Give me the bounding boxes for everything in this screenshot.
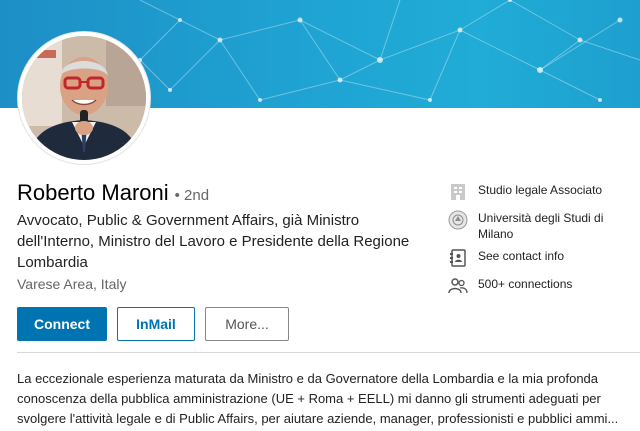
education-school[interactable]: Università degli Studi di Milano (448, 210, 638, 242)
current-company[interactable]: Studio legale Associato (448, 182, 638, 202)
university-logo-icon (448, 210, 468, 230)
more-button[interactable]: More... (205, 307, 289, 341)
section-divider (17, 352, 640, 353)
name-row: Roberto Maroni • 2nd (17, 180, 209, 206)
connect-button[interactable]: Connect (17, 307, 107, 341)
inmail-button[interactable]: InMail (117, 307, 195, 341)
person-photo (22, 36, 146, 160)
profile-photo[interactable] (18, 32, 150, 164)
building-icon (451, 184, 465, 200)
contact-label: See contact info (478, 249, 565, 263)
profile-headline: Avvocato, Public & Government Affairs, g… (17, 212, 410, 271)
connections-label: 500+ connections (478, 277, 573, 291)
school-label: Università degli Studi di Milano (478, 211, 604, 241)
profile-actions: Connect InMail More... (17, 307, 289, 341)
connections-count[interactable]: 500+ connections (448, 276, 638, 296)
people-icon (448, 278, 468, 294)
contact-card-icon (450, 249, 466, 267)
profile-location: Varese Area, Italy (17, 276, 127, 292)
contact-info-link[interactable]: See contact info (448, 248, 638, 268)
connection-degree: • 2nd (174, 187, 210, 204)
profile-summary[interactable]: La eccezionale esperienza maturata da Mi… (17, 369, 637, 429)
company-label: Studio legale Associato (478, 183, 603, 197)
profile-name: Roberto Maroni (17, 180, 169, 205)
